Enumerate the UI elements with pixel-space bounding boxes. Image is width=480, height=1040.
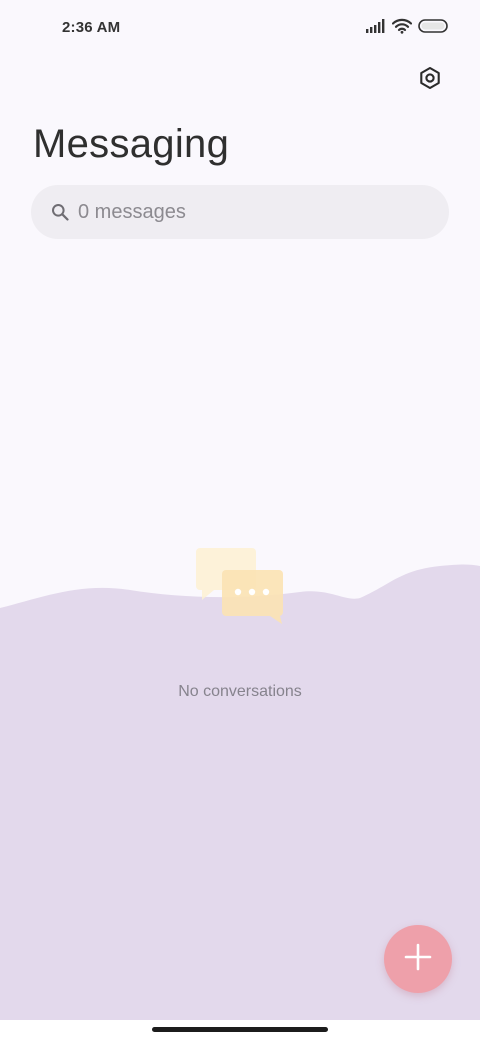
search-input[interactable] — [78, 200, 418, 224]
signal-icon — [366, 18, 386, 38]
status-icons — [366, 18, 450, 38]
battery-icon — [418, 18, 450, 39]
settings-button[interactable] — [412, 62, 448, 98]
status-time: 2:36 AM — [62, 19, 121, 36]
empty-state-text: No conversations — [178, 683, 302, 700]
search-icon — [50, 202, 70, 222]
settings-icon — [418, 66, 442, 95]
plus-icon — [404, 943, 432, 976]
navigation-bar — [0, 1020, 480, 1040]
status-bar: 2:36 AM — [0, 0, 480, 56]
search-bar[interactable] — [31, 185, 449, 239]
chat-bubbles-icon — [196, 548, 283, 624]
home-indicator[interactable] — [152, 1027, 328, 1032]
page-title: Messaging — [33, 122, 230, 166]
wifi-icon — [391, 18, 413, 39]
new-conversation-button[interactable] — [384, 925, 452, 993]
